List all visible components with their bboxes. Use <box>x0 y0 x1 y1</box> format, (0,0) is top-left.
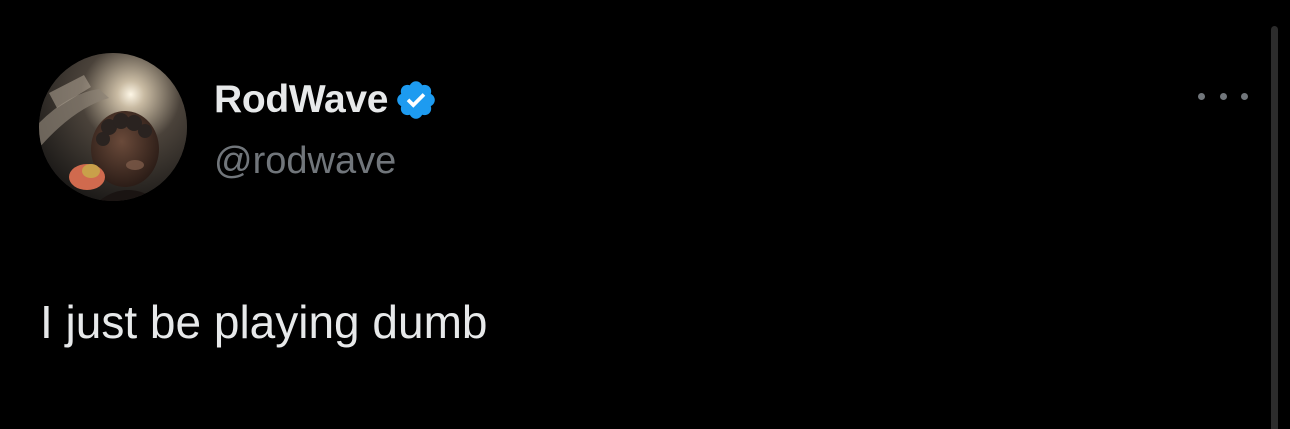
author-name-row: RodWave <box>214 76 438 124</box>
more-horizontal-icon <box>1219 92 1227 100</box>
scrollbar[interactable] <box>1271 26 1278 429</box>
more-options-button[interactable] <box>1198 84 1248 108</box>
avatar[interactable] <box>39 53 187 201</box>
tweet-card: RodWave @rodwave I just be playing dumb <box>0 0 1290 429</box>
verified-badge-graphic <box>397 81 435 119</box>
display-name[interactable]: RodWave <box>214 76 388 124</box>
more-horizontal-icon <box>1198 92 1205 100</box>
tweet-text: I just be playing dumb <box>40 296 488 348</box>
author-handle[interactable]: @rodwave <box>214 138 396 184</box>
verified-badge-icon <box>394 78 438 122</box>
avatar-photo <box>39 53 187 201</box>
more-horizontal-icon <box>1241 92 1248 100</box>
